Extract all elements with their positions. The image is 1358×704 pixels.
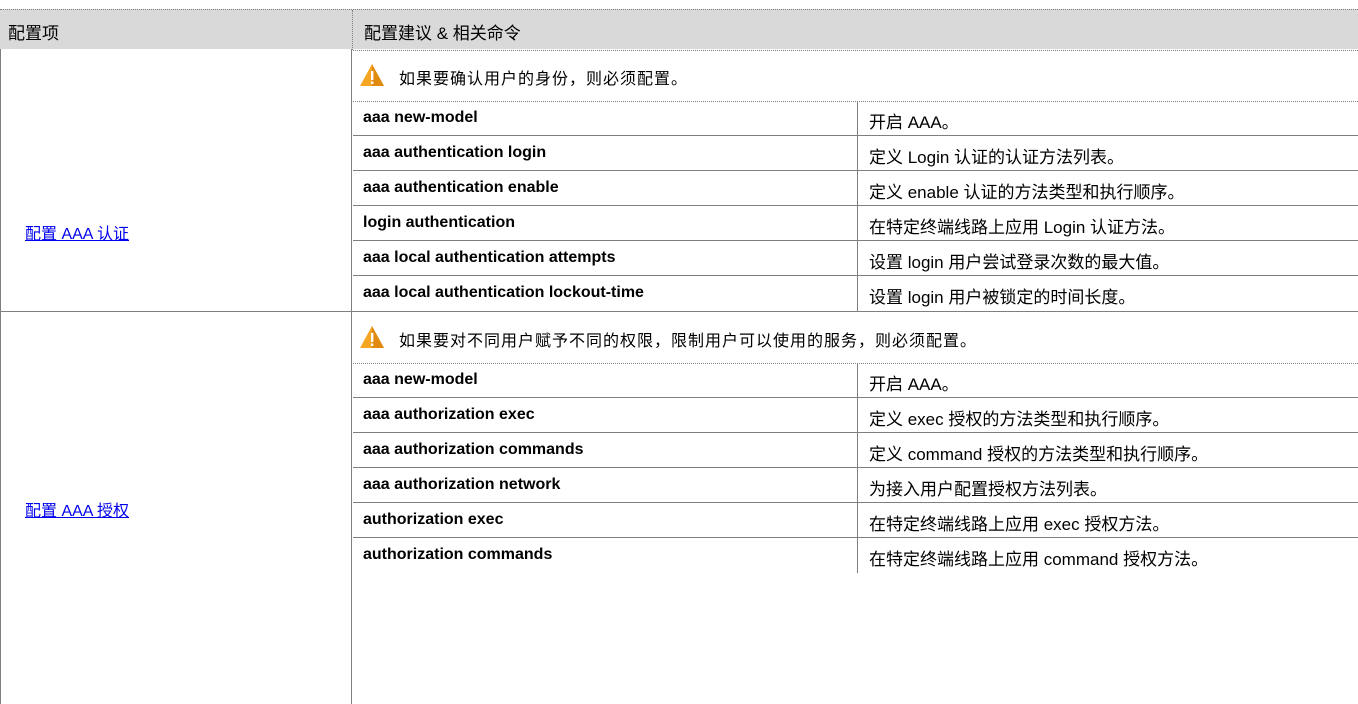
command-text: aaa new-model (363, 371, 478, 388)
command-description: 定义 exec 授权的方法类型和执行顺序。 (869, 410, 1170, 429)
header-divider (352, 10, 354, 50)
command-text: aaa new-model (363, 109, 478, 126)
table-row: login authentication 在特定终端线路上应用 Login 认证… (353, 206, 1358, 241)
table-row: authorization exec 在特定终端线路上应用 exec 授权方法。 (353, 503, 1358, 538)
caution-row: 如果要对不同用户赋予不同的权限，限制用户可以使用的服务，则必须配置。 (353, 311, 1358, 363)
command-description: 设置 login 用户被锁定的时间长度。 (869, 288, 1136, 307)
caution-text: 如果要确认用户的身份，则必须配置。 (399, 69, 689, 88)
command-text: aaa local authentication attempts (363, 249, 616, 266)
command-text: aaa authorization commands (363, 441, 584, 458)
command-text: login authentication (363, 214, 515, 231)
column-divider (857, 468, 858, 502)
command-description: 在特定终端线路上应用 exec 授权方法。 (869, 515, 1170, 534)
caution-text: 如果要对不同用户赋予不同的权限，限制用户可以使用的服务，则必须配置。 (399, 331, 978, 350)
table-row: aaa new-model 开启 AAA。 (353, 101, 1358, 136)
command-text: authorization exec (363, 511, 504, 528)
link-config-aaa-authentication[interactable]: 配置 AAA 认证 (25, 220, 129, 244)
command-text: aaa authentication enable (363, 179, 559, 196)
table-row: aaa authorization exec 定义 exec 授权的方法类型和执… (353, 398, 1358, 433)
column-divider (857, 206, 858, 240)
column-divider (857, 538, 858, 573)
command-description: 在特定终端线路上应用 Login 认证方法。 (869, 218, 1176, 237)
table-row: aaa authorization commands 定义 command 授权… (353, 433, 1358, 468)
section-aaa-authorization: 配置 AAA 授权 如果要对不同用户赋予不同的权限，限制用户可以使用的服务，则必… (0, 311, 1358, 704)
column-divider (857, 171, 858, 205)
command-text: aaa authorization network (363, 476, 561, 493)
column-divider (857, 363, 858, 397)
table-row: aaa authentication login 定义 Login 认证的认证方… (353, 136, 1358, 171)
command-description: 开启 AAA。 (869, 113, 959, 132)
warning-triangle-icon (360, 64, 384, 86)
table-row: aaa authorization network 为接入用户配置授权方法列表。 (353, 468, 1358, 503)
command-description: 开启 AAA。 (869, 375, 959, 394)
table-row: aaa local authentication lockout-time 设置… (353, 276, 1358, 311)
command-description: 定义 enable 认证的方法类型和执行顺序。 (869, 183, 1185, 202)
warning-triangle-icon (360, 326, 384, 348)
table-row: aaa local authentication attempts 设置 log… (353, 241, 1358, 276)
command-description: 定义 command 授权的方法类型和执行顺序。 (869, 445, 1209, 464)
column-divider (857, 241, 858, 275)
header-config-item: 配置项 (8, 24, 59, 43)
link-config-aaa-authorization[interactable]: 配置 AAA 授权 (25, 497, 129, 521)
column-divider (857, 433, 858, 467)
column-divider (857, 503, 858, 537)
table-row: aaa authentication enable 定义 enable 认证的方… (353, 171, 1358, 206)
command-text: aaa local authentication lockout-time (363, 284, 644, 301)
column-divider (857, 101, 858, 135)
table-row: aaa new-model 开启 AAA。 (353, 363, 1358, 398)
column-divider (857, 276, 858, 311)
header-suggestion-commands: 配置建议 & 相关命令 (364, 24, 521, 43)
caution-row: 如果要确认用户的身份，则必须配置。 (353, 49, 1358, 101)
command-text: aaa authentication login (363, 144, 547, 161)
command-description: 设置 login 用户尝试登录次数的最大值。 (869, 253, 1170, 272)
command-description: 定义 Login 认证的认证方法列表。 (869, 148, 1125, 167)
table-row: authorization commands 在特定终端线路上应用 comman… (353, 538, 1358, 573)
section-left-cell: 配置 AAA 授权 (0, 311, 352, 704)
command-description: 为接入用户配置授权方法列表。 (869, 480, 1107, 499)
dotted-divider (353, 50, 1358, 51)
command-text: authorization commands (363, 546, 553, 563)
command-text: aaa authorization exec (363, 406, 535, 423)
column-divider (857, 398, 858, 432)
table-header: 配置项 配置建议 & 相关命令 (0, 9, 1358, 50)
column-divider (857, 136, 858, 170)
command-description: 在特定终端线路上应用 command 授权方法。 (869, 550, 1209, 569)
